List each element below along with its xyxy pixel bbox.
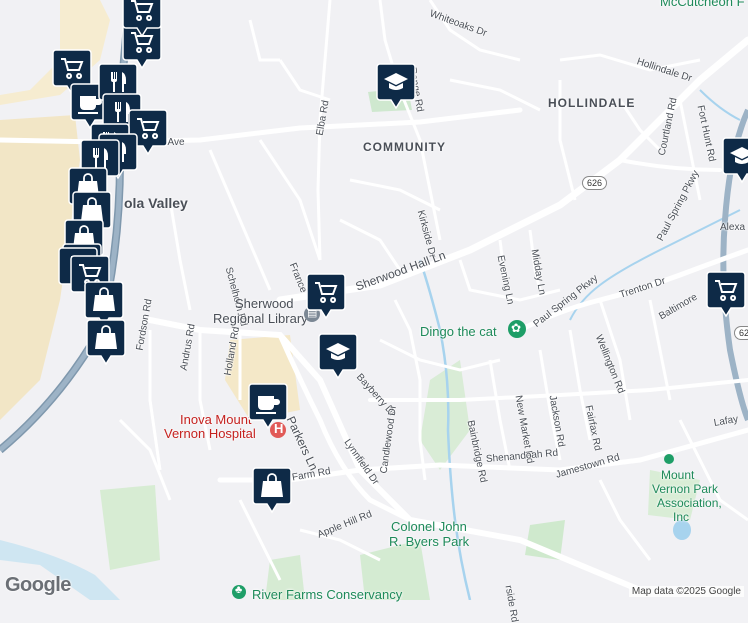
hospital-icon[interactable]: H <box>270 421 286 438</box>
place-label-park-association[interactable]: Association, <box>657 496 722 510</box>
place-label-hospital[interactable]: Vernon Hospital <box>164 426 256 441</box>
place-label-mccutcheon[interactable]: McCutcheon F <box>660 0 745 9</box>
park-icon[interactable]: ♣ <box>232 584 246 599</box>
place-label: ola Valley <box>124 195 188 211</box>
map-attribution[interactable]: Map data ©2025 Google <box>628 586 744 597</box>
route-shield-62: 62 <box>734 326 748 340</box>
pet-icon[interactable]: ✿ <box>508 320 526 338</box>
place-label-hospital[interactable]: Inova Mount <box>180 412 252 427</box>
library-icon[interactable]: ▤ <box>304 306 320 322</box>
park-icon[interactable] <box>664 454 674 464</box>
place-label-byers-park[interactable]: R. Byers Park <box>389 534 469 549</box>
google-logo: Google <box>5 574 71 596</box>
place-label-park-association[interactable]: Inc <box>673 510 689 524</box>
road-label: well Ave <box>148 137 185 148</box>
area-label-hollindale: HOLLINDALE <box>548 96 636 110</box>
place-label-park-association[interactable]: Mount <box>661 468 694 482</box>
place-label-dingo-the-cat[interactable]: Dingo the cat <box>420 324 497 339</box>
route-shield-626: 626 <box>582 176 608 190</box>
map-canvas[interactable] <box>0 0 748 600</box>
road-label: Alexa <box>720 222 746 233</box>
place-label-library: Regional Library <box>213 311 308 326</box>
area-label-community: COMMUNITY <box>363 140 446 154</box>
place-label-library: Sherwood <box>235 296 294 311</box>
place-label-byers-park[interactable]: Colonel John <box>391 519 467 534</box>
place-label-park-association[interactable]: Vernon Park <box>652 482 718 496</box>
